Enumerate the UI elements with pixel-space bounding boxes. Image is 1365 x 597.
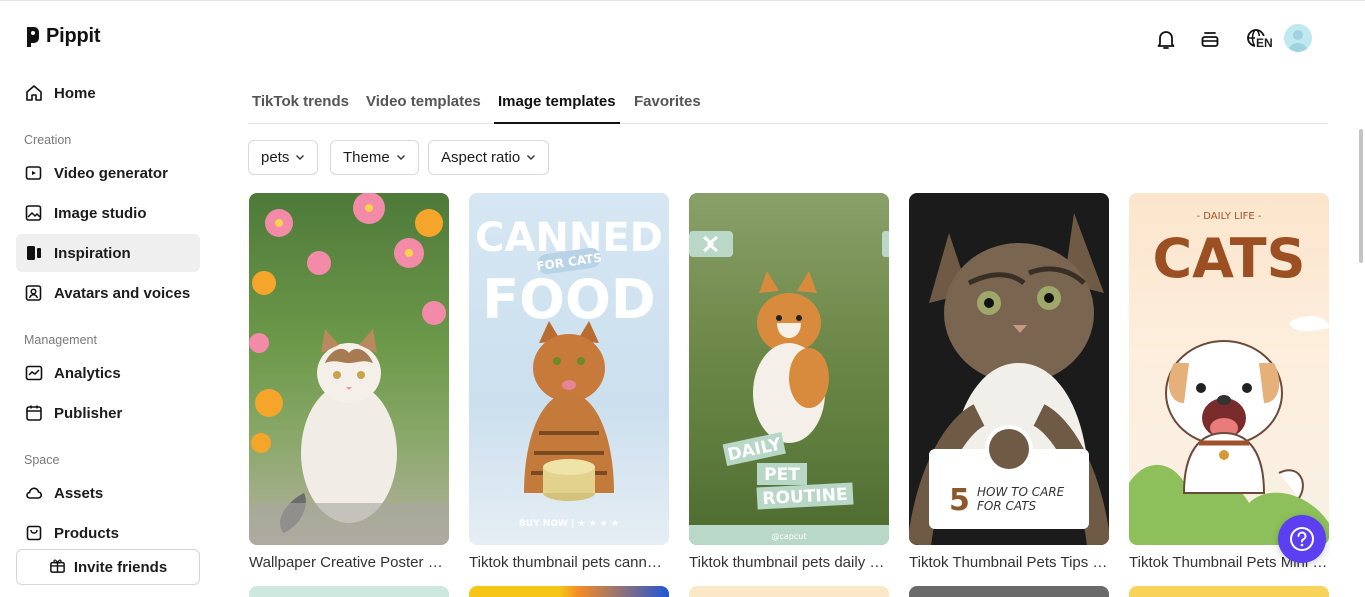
notifications-button[interactable] <box>1152 25 1180 53</box>
sidebar-item-analytics[interactable]: Analytics <box>16 354 200 392</box>
for-cats-text: FOR CATS <box>977 499 1037 513</box>
help-button[interactable] <box>1278 515 1326 563</box>
canned-food-cat-image: CANNED FOR CATS FOOD BUY NOW | ★ ★ ★ ★ <box>475 215 663 529</box>
sidebar-item-label: Analytics <box>54 364 121 382</box>
sidebar-item-label: Avatars and voices <box>54 284 191 302</box>
analytics-icon <box>24 363 44 383</box>
sidebar-item-products[interactable]: Products <box>16 514 200 552</box>
template-card[interactable]: - DAILY LIFE - CATS Tiktok Thumbnail Pet… <box>1129 193 1329 571</box>
language-button[interactable]: EN <box>1240 25 1274 53</box>
chevron-down-icon <box>295 149 305 166</box>
app-name: Pippit <box>46 25 101 47</box>
invite-friends-button[interactable]: Invite friends <box>16 549 200 585</box>
sidebar-item-label: Home <box>54 84 96 102</box>
tab-favorites[interactable]: Favorites <box>634 93 701 122</box>
daily-life-text: - DAILY LIFE - <box>1196 211 1261 222</box>
template-card[interactable]: Wallpaper Creative Poster Cat <box>249 193 449 571</box>
sidebar-item-assets[interactable]: Assets <box>16 474 200 512</box>
bell-icon <box>1157 31 1175 49</box>
card-title: Wallpaper Creative Poster Cat <box>249 554 449 571</box>
how-to-care-text: HOW TO CARE <box>977 485 1065 499</box>
section-management: Management <box>24 333 97 347</box>
sidebar-item-video-generator[interactable]: Video generator <box>16 154 200 192</box>
card-title: Tiktok Thumbnail Pets Tips Instagram <box>909 554 1109 571</box>
video-plus-icon <box>24 163 44 183</box>
home-icon <box>24 83 44 103</box>
cat-flowers-image <box>249 193 449 545</box>
logo[interactable]: Pippit <box>24 25 101 48</box>
filter-theme[interactable]: Theme <box>330 140 419 175</box>
filter-aspect-ratio[interactable]: Aspect ratio <box>428 140 550 175</box>
sidebar-item-label: Image studio <box>54 204 147 222</box>
daily-text: DAILY <box>726 434 784 465</box>
section-space: Space <box>24 453 60 467</box>
sidebar-item-label: Inspiration <box>54 244 131 262</box>
template-thumbnail[interactable]: CANNED FOR CATS FOOD BUY NOW | ★ ★ ★ ★ <box>469 193 669 545</box>
image-edit-icon <box>24 203 44 223</box>
calendar-icon <box>24 403 44 423</box>
filter-label: pets <box>261 149 290 166</box>
tab-image-templates[interactable]: Image templates <box>494 93 620 124</box>
routine-text: ROUTINE <box>762 485 848 509</box>
card-title: Tiktok thumbnail pets daily vlog <box>689 554 889 571</box>
number-five: 5 <box>949 483 970 518</box>
card-title: Tiktok thumbnail pets canned food <box>469 554 669 571</box>
avatar-voice-icon <box>24 283 44 303</box>
sidebar: Pippit Home Creation Video generator Ima… <box>0 1 216 597</box>
question-mark-icon <box>1290 527 1314 551</box>
filter-label: Aspect ratio <box>441 149 521 166</box>
layers-icon <box>1201 32 1219 47</box>
template-card-peek[interactable] <box>469 586 669 597</box>
template-card[interactable]: 5 HOW TO CARE FOR CATS Tiktok Thumbnail … <box>909 193 1109 571</box>
buy-now-text: BUY NOW | ★ ★ ★ ★ <box>519 519 619 529</box>
page-scrollbar[interactable] <box>1359 129 1363 263</box>
sidebar-item-image-studio[interactable]: Image studio <box>16 194 200 232</box>
template-card[interactable]: DAILY PET ROUTINE @capcut Tiktok thumbna… <box>689 193 889 571</box>
page: Pippit Home Creation Video generator Ima… <box>0 0 1365 597</box>
filter-pets[interactable]: pets <box>248 140 319 175</box>
template-card[interactable]: CANNED FOR CATS FOOD BUY NOW | ★ ★ ★ ★ T… <box>469 193 669 571</box>
sidebar-item-label: Products <box>54 524 120 542</box>
food-text: FOOD <box>482 268 656 331</box>
sidebar-item-avatars-and-voices[interactable]: Avatars and voices <box>16 274 200 312</box>
template-card-peek[interactable] <box>249 586 449 597</box>
template-card-peek[interactable] <box>1129 586 1329 597</box>
section-creation: Creation <box>24 133 72 147</box>
tab-tiktok-trends[interactable]: TikTok trends <box>252 93 349 122</box>
inspiration-icon <box>24 243 44 263</box>
chevron-down-icon <box>396 149 406 166</box>
tabby-cat-image: 5 HOW TO CARE FOR CATS <box>909 213 1109 545</box>
template-thumbnail[interactable] <box>249 193 449 545</box>
capcut-handle: @capcut <box>772 532 807 541</box>
sidebar-item-label: Assets <box>54 484 104 502</box>
sidebar-item-publisher[interactable]: Publisher <box>16 394 200 432</box>
invite-label: Invite friends <box>73 558 168 576</box>
sidebar-item-label: Publisher <box>54 404 123 422</box>
template-thumbnail[interactable]: - DAILY LIFE - CATS <box>1129 193 1329 545</box>
pet-text: PET <box>764 465 800 485</box>
pippit-logo-icon <box>27 26 39 47</box>
avatar[interactable] <box>1284 24 1312 52</box>
template-card-peek[interactable] <box>689 586 889 597</box>
language-code: EN <box>1255 36 1274 50</box>
template-card-peek[interactable] <box>909 586 1109 597</box>
template-thumbnail[interactable]: 5 HOW TO CARE FOR CATS <box>909 193 1109 545</box>
product-bag-icon <box>24 523 44 543</box>
tab-video-templates[interactable]: Video templates <box>366 93 481 122</box>
user-avatar-icon <box>1288 30 1308 52</box>
template-thumbnail[interactable]: DAILY PET ROUTINE @capcut <box>689 193 889 545</box>
corgi-routine-image: DAILY PET ROUTINE @capcut <box>689 231 889 545</box>
chevron-down-icon <box>526 149 536 166</box>
cartoon-dog-image: - DAILY LIFE - CATS <box>1129 211 1329 545</box>
workspace-button[interactable] <box>1196 25 1224 53</box>
cloud-icon <box>24 483 44 503</box>
sidebar-item-home[interactable]: Home <box>16 74 200 112</box>
gift-icon <box>49 557 66 578</box>
sidebar-item-label: Video generator <box>54 164 168 182</box>
filter-label: Theme <box>343 149 390 166</box>
template-tabs: TikTok trends Video templates Image temp… <box>248 85 1328 124</box>
sidebar-item-inspiration[interactable]: Inspiration <box>16 234 200 272</box>
cats-title: CATS <box>1153 227 1306 290</box>
